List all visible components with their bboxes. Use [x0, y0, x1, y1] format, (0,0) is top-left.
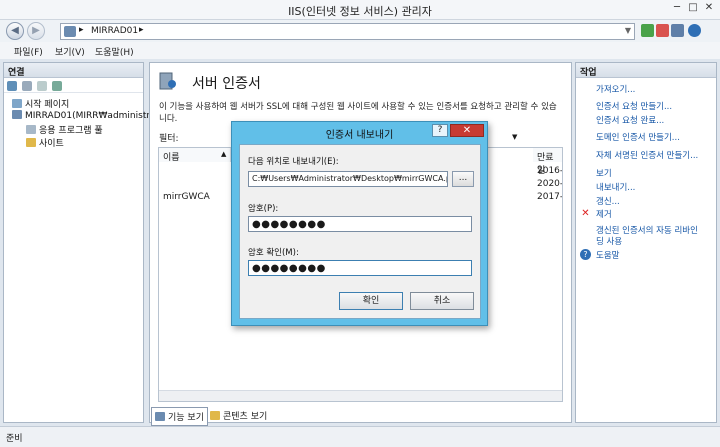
- start-page-icon: [12, 99, 22, 108]
- save-icon[interactable]: [22, 81, 32, 91]
- close-window-button[interactable]: ✕: [702, 2, 716, 16]
- column-header-expire[interactable]: 만료일: [533, 148, 562, 176]
- remove-icon: ✕: [581, 208, 590, 219]
- tree-sites[interactable]: 사이트: [26, 136, 64, 149]
- stop-icon[interactable]: [656, 24, 669, 37]
- help-icon: ?: [580, 249, 591, 260]
- table-row[interactable]: 2016-1: [537, 166, 562, 176]
- breadcrumb-server[interactable]: MIRRAD01: [91, 26, 138, 36]
- action-export[interactable]: 내보내기...: [596, 181, 635, 193]
- horizontal-scrollbar[interactable]: [159, 390, 562, 401]
- breadcrumb-arrow[interactable]: ▸: [139, 25, 144, 35]
- sites-folder-icon: [26, 138, 36, 147]
- actions-header: 작업: [576, 63, 716, 78]
- action-create-domain-cert[interactable]: 도메인 인증서 만들기...: [596, 131, 680, 143]
- minimize-button[interactable]: ─: [670, 2, 684, 16]
- help-icon[interactable]: [688, 24, 701, 37]
- address-dropdown-icon[interactable]: ▼: [625, 26, 631, 35]
- export-path-field[interactable]: C:₩Users₩Administrator₩Desktop₩mirrGWCA.…: [248, 171, 448, 187]
- disconnect-icon[interactable]: [52, 81, 62, 91]
- menu-help[interactable]: 도움말(H): [95, 45, 134, 58]
- status-text: 준비: [6, 434, 23, 444]
- browse-button[interactable]: ...: [452, 171, 474, 187]
- action-auto-rebind-cont[interactable]: 딩 사용: [596, 235, 622, 247]
- table-row[interactable]: 2020-1: [537, 179, 562, 189]
- cancel-button[interactable]: 취소: [410, 292, 474, 310]
- home-icon[interactable]: [671, 24, 684, 37]
- action-renew[interactable]: 갱신...: [596, 195, 620, 207]
- tree-start-page[interactable]: 시작 페이지: [12, 97, 69, 110]
- menu-view[interactable]: 보기(V): [55, 45, 85, 58]
- features-view-icon: [155, 412, 165, 421]
- tree-server[interactable]: MIRRAD01(MIRR₩administra: [12, 110, 156, 121]
- action-remove[interactable]: 제거: [596, 208, 612, 220]
- connections-header: 연결: [4, 63, 143, 78]
- connections-toolbar: [4, 79, 143, 93]
- password-field[interactable]: ●●●●●●●●: [248, 216, 472, 232]
- sort-icon: ▲: [221, 150, 227, 158]
- title-bar: IIS(인터넷 정보 서비스) 관리자 ─ □ ✕: [0, 0, 720, 20]
- status-bar: 준비: [0, 426, 720, 447]
- menu-file[interactable]: 파일(F): [14, 45, 43, 58]
- dialog-help-button[interactable]: ?: [432, 124, 448, 137]
- up-icon[interactable]: [37, 81, 47, 91]
- server-icon: [64, 26, 76, 37]
- refresh-icon[interactable]: [641, 24, 654, 37]
- forward-button[interactable]: ▶: [27, 22, 45, 40]
- breadcrumb-separator: ▸: [79, 25, 84, 35]
- menu-bar: 파일(F) 보기(V) 도움말(H): [0, 42, 720, 59]
- page-title: 서버 인증서: [192, 76, 261, 92]
- tree-app-pools[interactable]: 응용 프로그램 풀: [26, 123, 103, 136]
- tab-features-view[interactable]: 기능 보기: [151, 407, 208, 426]
- server-certificates-icon: [159, 72, 176, 90]
- action-create-request[interactable]: 인증서 요청 만들기...: [596, 100, 672, 112]
- export-certificate-dialog: 인증서 내보내기 ? ✕ 다음 위치로 내보내기(E): C:₩Users₩Ad…: [231, 121, 488, 326]
- filter-dropdown-icon[interactable]: ▼: [512, 133, 517, 141]
- action-import[interactable]: 가져오기...: [596, 83, 635, 95]
- table-row[interactable]: mirrGWCA: [163, 192, 210, 202]
- maximize-button[interactable]: □: [686, 2, 700, 16]
- server-icon: [12, 110, 22, 119]
- connect-icon[interactable]: [7, 81, 17, 91]
- filter-label: 필터:: [159, 134, 179, 144]
- action-complete-request[interactable]: 인증서 요청 완료...: [596, 114, 664, 126]
- dialog-title: 인증서 내보내기: [325, 130, 394, 141]
- action-view[interactable]: 보기: [596, 167, 612, 179]
- action-create-self-signed[interactable]: 자체 서명된 인증서 만들기...: [596, 149, 698, 161]
- back-button[interactable]: ◀: [6, 22, 24, 40]
- connections-pane: 연결 시작 페이지 MIRRAD01(MIRR₩administra 응용 프로…: [3, 62, 156, 423]
- confirm-password-label: 암호 확인(M):: [248, 248, 299, 258]
- content-view-icon: [210, 411, 220, 420]
- export-path-label: 다음 위치로 내보내기(E):: [248, 157, 339, 167]
- dialog-body: 다음 위치로 내보내기(E): C:₩Users₩Administrator₩D…: [239, 144, 481, 319]
- confirm-password-field[interactable]: ●●●●●●●●: [248, 260, 472, 276]
- address-bar[interactable]: ▸ MIRRAD01 ▸ ▼: [60, 23, 635, 40]
- actions-pane: 작업 가져오기... 인증서 요청 만들기... 인증서 요청 완료... 도메…: [575, 62, 717, 423]
- action-help[interactable]: 도움말: [596, 249, 619, 261]
- table-row[interactable]: 2017-1: [537, 192, 562, 202]
- dialog-close-button[interactable]: ✕: [450, 124, 484, 137]
- app-pool-icon: [26, 125, 36, 134]
- window-title: IIS(인터넷 정보 서비스) 관리자: [288, 5, 432, 18]
- address-row: ◀ ▶ ▸ MIRRAD01 ▸ ▼: [0, 20, 720, 42]
- password-label: 암호(P):: [248, 204, 279, 214]
- ok-button[interactable]: 확인: [339, 292, 403, 310]
- tab-content-view[interactable]: 콘텐츠 보기: [207, 407, 270, 424]
